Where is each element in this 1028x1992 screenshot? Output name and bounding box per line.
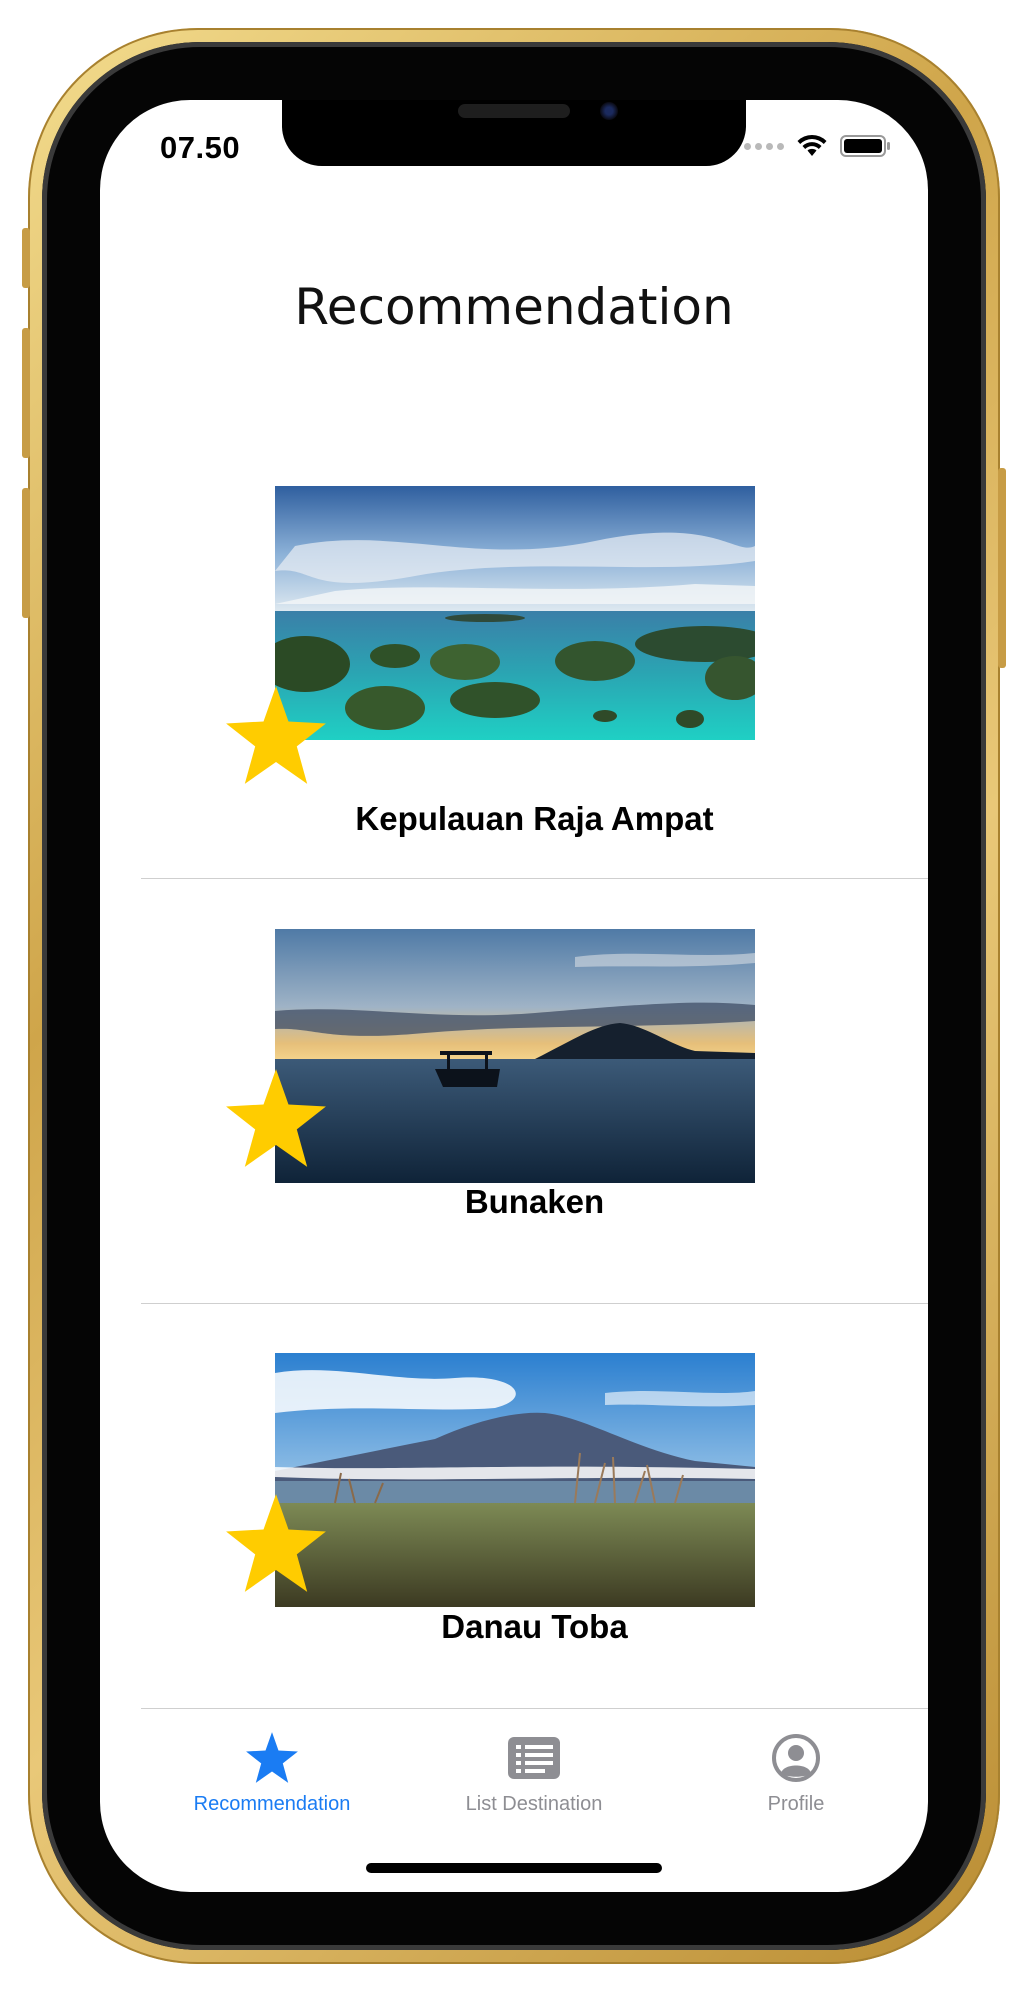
tab-list-destination[interactable]: List Destination: [403, 1731, 665, 1816]
cellular-signal-icon: [744, 142, 784, 150]
wifi-icon: [797, 134, 827, 156]
destination-photo: [275, 929, 755, 1183]
destination-name: Danau Toba: [441, 1608, 628, 1645]
list-item[interactable]: Danau Toba: [141, 1304, 928, 1728]
destination-list: Kepulauan Raja Ampat Bunaken Danau Toba: [141, 486, 928, 1728]
list-item[interactable]: Kepulauan Raja Ampat: [141, 486, 928, 879]
destination-photo: [275, 486, 755, 740]
action-button: [22, 228, 30, 288]
volume-up-button: [22, 328, 30, 458]
list-icon: [508, 1737, 560, 1779]
destination-name: Kepulauan Raja Ampat: [355, 800, 714, 837]
status-time: 07.50: [160, 130, 241, 165]
person-circle-icon: [772, 1734, 820, 1782]
favorite-star-icon[interactable]: [223, 1492, 329, 1596]
notch: [282, 100, 746, 166]
battery-icon: [840, 135, 890, 157]
power-button: [998, 468, 1006, 668]
star-icon: [246, 1732, 298, 1783]
tab-label: Profile: [767, 1793, 825, 1815]
status-icons: [744, 134, 892, 158]
favorite-star-icon[interactable]: [223, 684, 329, 788]
page-title: Recommendation: [294, 278, 734, 336]
tab-label: List Destination: [465, 1793, 603, 1815]
tab-profile[interactable]: Profile: [665, 1731, 927, 1816]
destination-name: Bunaken: [464, 1183, 605, 1220]
list-item[interactable]: Bunaken: [141, 879, 928, 1304]
phone-screen: 07.50 Recommendation Kepulauan Raja Ampa…: [100, 100, 928, 1892]
tab-recommendation[interactable]: Recommendation: [141, 1731, 403, 1816]
home-indicator[interactable]: [366, 1863, 662, 1873]
tab-label: Recommendation: [193, 1793, 351, 1815]
front-camera: [600, 102, 618, 120]
earpiece-speaker: [458, 104, 570, 118]
volume-down-button: [22, 488, 30, 618]
favorite-star-icon[interactable]: [223, 1067, 329, 1171]
destination-photo: [275, 1353, 755, 1607]
